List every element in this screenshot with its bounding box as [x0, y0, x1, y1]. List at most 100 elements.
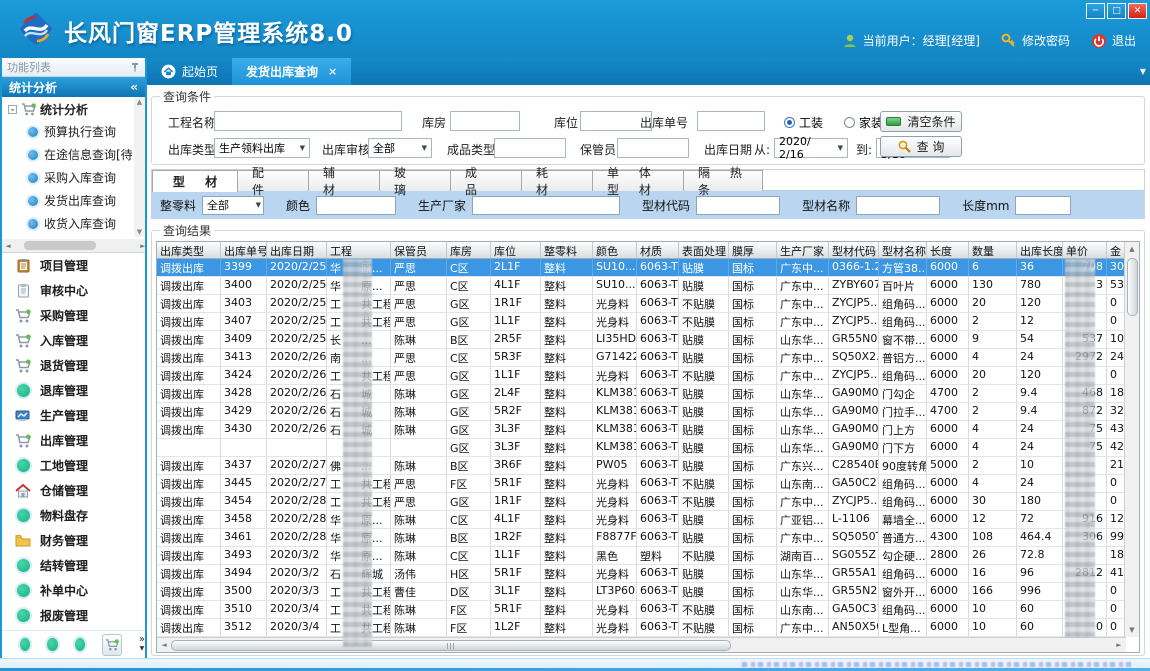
pin-icon[interactable]	[130, 62, 140, 72]
color-input[interactable]	[316, 196, 396, 215]
column-header-型材代码[interactable]: 型材代码	[829, 242, 879, 258]
table-row[interactable]: 调拨出库34292020/2/26石城陈琳G区5R2F整料KLM38176063…	[157, 403, 1139, 421]
sidebar-item-补单中心[interactable]: 补单中心	[2, 578, 145, 603]
sidebar-item-退库管理[interactable]: 退库管理	[2, 378, 145, 403]
radio-jiazhuang[interactable]: 家装	[844, 114, 883, 131]
material-tab-隔热条[interactable]: 隔 热 条	[683, 170, 763, 191]
material-tab-成品[interactable]: 成 品	[450, 170, 522, 191]
sidebar-item-出库管理[interactable]: 出库管理	[2, 428, 145, 453]
table-row[interactable]: 调拨出库34132020/2/26南...严思C区5R3F整料G71422606…	[157, 349, 1139, 367]
sidebar-item-采购管理[interactable]: 采购管理	[2, 303, 145, 328]
tree-item-采购入库查询[interactable]: 采购入库查询	[2, 166, 145, 189]
table-row[interactable]: 调拨出库34612020/2/28华原...陈琳B区1R2F整料F8877FT6…	[157, 529, 1139, 547]
sidebar-item-报废管理[interactable]: 报废管理	[2, 603, 145, 628]
change-password-button[interactable]: 修改密码	[1001, 32, 1070, 49]
material-tab-辅材[interactable]: 辅 材	[308, 170, 380, 191]
sidebar-item-入库管理[interactable]: 入库管理	[2, 328, 145, 353]
column-header-工程[interactable]: 工程	[327, 242, 391, 258]
product-type-input[interactable]	[494, 138, 566, 158]
minimize-button[interactable]: ─	[1086, 3, 1105, 19]
whole-part-combo[interactable]: 全部▼	[202, 196, 264, 215]
clear-conditions-button[interactable]: 清空条件	[880, 111, 962, 132]
column-header-数量[interactable]: 数量	[969, 242, 1017, 258]
table-row[interactable]: 调拨出库34002020/2/25华原...严思C区4L1F整料SU10...6…	[157, 277, 1139, 295]
tree-expander-icon[interactable]: -	[8, 105, 17, 114]
column-header-出库长度[interactable]: 出库长度	[1017, 242, 1063, 258]
column-header-材质[interactable]: 材质	[637, 242, 679, 258]
close-button[interactable]: ✕	[1128, 3, 1147, 19]
keeper-input[interactable]	[617, 138, 689, 158]
tree-root[interactable]: - 统计分析	[2, 97, 145, 120]
tree-hscroll-thumb[interactable]	[24, 241, 96, 250]
table-row[interactable]: 调拨出库34282020/2/26石城陈琳G区2L4F整料KLM38176063…	[157, 385, 1139, 403]
column-header-出库日期[interactable]: 出库日期	[267, 242, 327, 258]
maximize-button[interactable]: □	[1107, 3, 1126, 19]
column-header-型材名称[interactable]: 型材名称	[879, 242, 927, 258]
module-cart-button[interactable]	[102, 634, 122, 656]
warehouse-input[interactable]	[450, 111, 520, 131]
length-input[interactable]	[1015, 196, 1071, 215]
material-tab-单体型材[interactable]: 单 体 型 材	[592, 170, 684, 191]
sidebar-item-退货管理[interactable]: 退货管理	[2, 353, 145, 378]
profile-name-input[interactable]	[856, 196, 940, 215]
table-row[interactable]: 调拨出库34942020/3/2石辉城汤伟H区5R1F整料光身料6063-T5贴…	[157, 565, 1139, 583]
column-header-库房[interactable]: 库房	[447, 242, 491, 258]
sidebar-item-审核中心[interactable]: 审核中心	[2, 278, 145, 303]
table-row[interactable]: 调拨出库34032020/2/25工共工程严思G区1R1F整料光身料6063-T…	[157, 295, 1139, 313]
column-header-出库单号[interactable]: 出库单号	[221, 242, 267, 258]
logout-button[interactable]: 退出	[1091, 32, 1136, 49]
table-vertical-scrollbar[interactable]: ▲ ▼	[1124, 242, 1139, 637]
order-no-input[interactable]	[697, 111, 765, 131]
project-name-input[interactable]	[214, 111, 402, 131]
radio-gongzhuang[interactable]: 工装	[784, 114, 823, 131]
sidebar-group-header[interactable]: 统计分析 «	[2, 77, 145, 97]
sidebar-item-结转管理[interactable]: 结转管理	[2, 553, 145, 578]
table-row[interactable]: 调拨出库34932020/3/2华原...陈琳C区1L1F整料黑色塑料不贴膜国标…	[157, 547, 1139, 565]
tree-item-预算执行查询[interactable]: 预算执行查询	[2, 120, 145, 143]
maker-input[interactable]	[472, 196, 620, 215]
out-type-combo[interactable]: 生产领料出库▼	[214, 138, 310, 158]
table-row[interactable]: 调拨出库34302020/2/26石城陈琳G区3L3F整料KLM38176063…	[157, 421, 1139, 439]
column-header-表面处理[interactable]: 表面处理	[679, 242, 729, 258]
column-header-库位[interactable]: 库位	[491, 242, 541, 258]
material-tab-耗材[interactable]: 耗 材	[521, 170, 593, 191]
table-row[interactable]: 调拨出库35122020/3/4工共工程陈琳F区1L2F整料光身料6063-T5…	[157, 619, 1139, 637]
sidebar-item-项目管理[interactable]: 项目管理	[2, 253, 145, 278]
vscroll-thumb[interactable]	[1127, 258, 1138, 316]
table-row[interactable]: G区3L3F整料KLM38176063-T5贴膜国标山东华...GA90M09.…	[157, 439, 1139, 457]
table-row[interactable]: 调拨出库34242020/2/26工共工程严思G区1L1F整料光身料6063-T…	[157, 367, 1139, 385]
column-header-长度[interactable]: 长度	[927, 242, 969, 258]
table-row[interactable]: 调拨出库34072020/2/25工共工程严思G区1L1F整料光身料6063-T…	[157, 313, 1139, 331]
tab-close-icon[interactable]: ×	[328, 65, 337, 78]
table-row[interactable]: 调拨出库34542020/2/28工共工程严思G区1R1F整料光身料6063-T…	[157, 493, 1139, 511]
table-row[interactable]: 调拨出库35102020/3/4工共工程陈琳F区5R1F整料光身料6063-T5…	[157, 601, 1139, 619]
sidebar-item-仓储管理[interactable]: 仓储管理	[2, 478, 145, 503]
module-dot-button[interactable]	[47, 638, 57, 651]
tree-horizontal-scrollbar[interactable]: ◄ ►	[2, 239, 145, 252]
module-dot-button[interactable]	[75, 638, 85, 651]
module-dot-button[interactable]	[20, 638, 30, 651]
sidebar-item-工地管理[interactable]: 工地管理	[2, 453, 145, 478]
tree-item-收货入库查询[interactable]: 收货入库查询	[2, 212, 145, 235]
column-header-颜色[interactable]: 颜色	[593, 242, 637, 258]
column-header-单价[interactable]: 单价	[1063, 242, 1107, 258]
tree-item-在途信息查询[待[interactable]: 在途信息查询[待	[2, 143, 145, 166]
tab-overflow-icon[interactable]: ▼	[1140, 67, 1146, 76]
audit-combo[interactable]: 全部▼	[368, 138, 432, 158]
table-row[interactable]: 调拨出库34582020/2/28华原...陈琳C区4L1F整料光身料6063-…	[157, 511, 1139, 529]
table-row[interactable]: 调拨出库34372020/2/27佛...陈琳B区3R6F整料PW056063-…	[157, 457, 1139, 475]
column-header-膜厚[interactable]: 膜厚	[729, 242, 777, 258]
table-row[interactable]: 调拨出库34452020/2/27工共工程严思F区5R1F整料光身料6063-T…	[157, 475, 1139, 493]
table-row[interactable]: 调拨出库35002020/3/3工共工程曹佳D区3L1F整料LT3P606063…	[157, 583, 1139, 601]
table-row[interactable]: 调拨出库34092020/2/25长...陈琳B区2R5F整料LI35HD606…	[157, 331, 1139, 349]
sidebar-item-物料盘存[interactable]: 物料盘存	[2, 503, 145, 528]
tree-item-发货出库查询[interactable]: 发货出库查询	[2, 189, 145, 212]
menu-overflow-button[interactable]: » ▼	[139, 636, 145, 653]
date-from-picker[interactable]: 2020/ 2/16▼	[774, 138, 848, 158]
column-header-出库类型[interactable]: 出库类型	[157, 242, 221, 258]
tab-home[interactable]: 起始页	[147, 58, 232, 85]
collapse-icon[interactable]: «	[130, 80, 138, 94]
profile-code-input[interactable]	[696, 196, 780, 215]
tab-shipment-query[interactable]: 发货出库查询 ×	[232, 58, 351, 85]
sidebar-item-财务管理[interactable]: 财务管理	[2, 528, 145, 553]
